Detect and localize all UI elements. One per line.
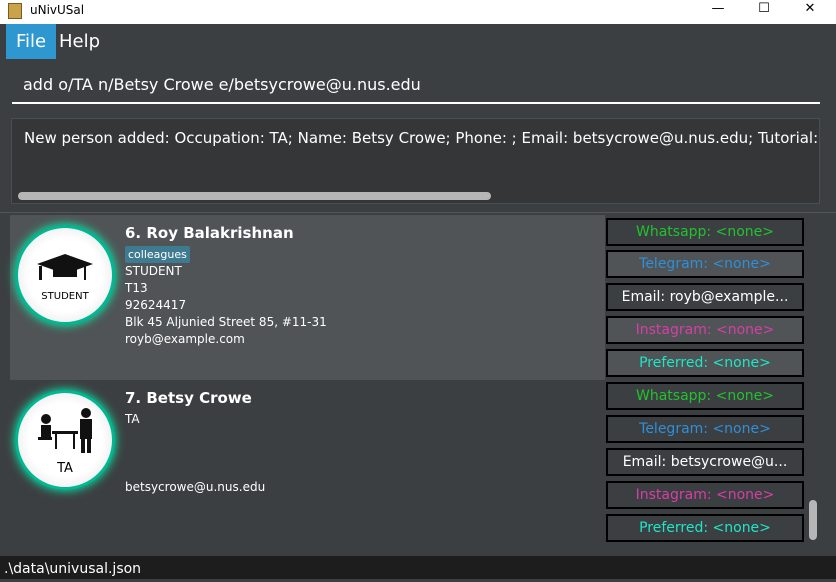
person-card[interactable]: STUDENT 6. Roy Balakrishnan colleagues S… (10, 215, 605, 380)
person-tutorial: T13 (125, 281, 148, 295)
menu-bar: File Help (0, 24, 836, 59)
list-vertical-scrollbar[interactable] (809, 500, 817, 540)
avatar-label: STUDENT (41, 291, 89, 302)
person-card[interactable]: TA 7. Betsy Crowe TA betsycrowe@u.nus.ed… (10, 380, 605, 545)
person-name: 6. Roy Balakrishnan (125, 224, 294, 242)
teaching-icon (38, 408, 92, 453)
instagram-button[interactable]: Instagram: <none> (606, 316, 804, 344)
preferred-button[interactable]: Preferred: <none> (606, 349, 804, 377)
app-icon (8, 3, 22, 19)
avatar-label: TA (57, 461, 73, 476)
person-occupation: STUDENT (125, 264, 182, 278)
title-bar: uNivUSal — ☐ ✕ (0, 0, 836, 24)
person-address: Blk 45 Aljunied Street 85, #11-31 (125, 315, 327, 329)
preferred-button[interactable]: Preferred: <none> (606, 514, 804, 542)
ta-avatar: TA (15, 390, 115, 490)
whatsapp-button[interactable]: Whatsapp: <none> (606, 382, 804, 410)
instagram-button[interactable]: Instagram: <none> (606, 481, 804, 509)
tag-badge: colleagues (125, 246, 190, 263)
telegram-button[interactable]: Telegram: <none> (606, 250, 804, 278)
result-text: New person added: Occupation: TA; Name: … (24, 129, 820, 147)
person-occupation: TA (125, 412, 140, 426)
student-avatar: STUDENT (15, 225, 115, 325)
email-button[interactable]: Email: betsycrowe@u... (606, 448, 804, 476)
result-display: New person added: Occupation: TA; Name: … (11, 118, 820, 204)
window-title: uNivUSal (30, 3, 85, 17)
menu-help[interactable]: Help (49, 24, 110, 59)
command-input[interactable]: add o/TA n/Betsy Crowe e/betsycrowe@u.nu… (12, 66, 820, 104)
person-phone: 92624417 (125, 298, 187, 312)
person-email: betsycrowe@u.nus.edu (125, 480, 266, 494)
whatsapp-button[interactable]: Whatsapp: <none> (606, 218, 804, 246)
person-email: royb@example.com (125, 332, 245, 346)
result-horizontal-scrollbar[interactable] (18, 192, 491, 200)
telegram-button[interactable]: Telegram: <none> (606, 415, 804, 443)
graduation-cap-icon (37, 254, 93, 280)
minimize-button[interactable]: — (695, 0, 741, 24)
email-button[interactable]: Email: royb@example... (606, 283, 804, 311)
maximize-button[interactable]: ☐ (741, 0, 787, 24)
person-name: 7. Betsy Crowe (125, 389, 252, 407)
status-bar: .\data\univusal.json (0, 556, 836, 579)
close-button[interactable]: ✕ (787, 0, 833, 24)
